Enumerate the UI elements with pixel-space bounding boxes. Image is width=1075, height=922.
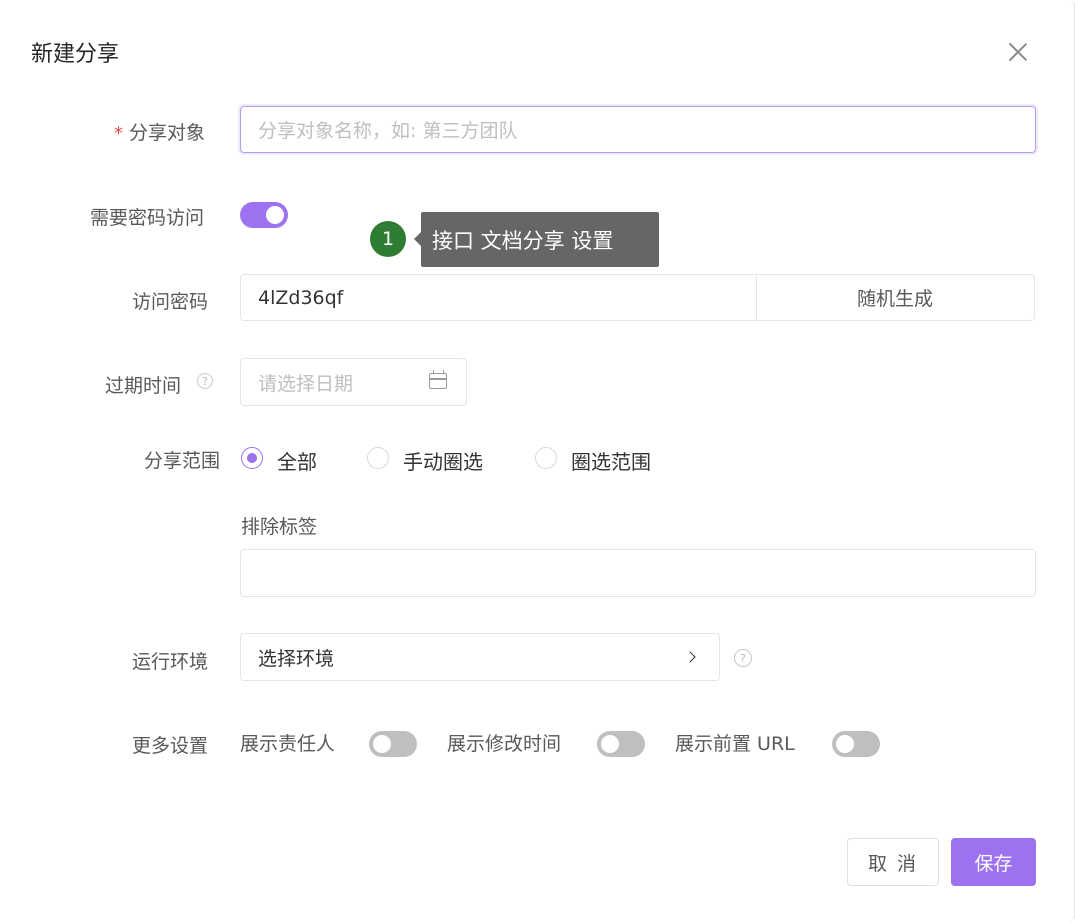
close-icon[interactable] [1004, 38, 1032, 66]
show-prefix-url-switch[interactable] [832, 731, 880, 757]
scope-radio-all-label[interactable]: 全部 [277, 446, 317, 475]
guide-tooltip: 接口 文档分享 设置 [414, 212, 659, 267]
calendar-icon [429, 370, 447, 389]
new-share-dialog: 新建分享 * 分享对象 分享对象名称，如: 第三方团队 需要密码访问 1 接口 文… [0, 0, 1075, 922]
exclude-tags-label: 排除标签 [241, 516, 318, 538]
scope-radio-manual-label[interactable]: 手动圈选 [403, 446, 483, 475]
required-mark: * [114, 123, 123, 144]
show-modified-time-switch[interactable] [597, 731, 645, 757]
scope-radio-all[interactable] [241, 447, 263, 469]
scope-radio-range-label[interactable]: 圈选范围 [571, 446, 651, 475]
dialog-title: 新建分享 [31, 42, 120, 67]
scope-radio-range[interactable] [535, 447, 557, 469]
show-prefix-url-label: 展示前置 URL [675, 733, 795, 755]
run-env-label: 运行环境 [132, 651, 209, 673]
expire-date-placeholder: 请选择日期 [258, 372, 354, 395]
run-env-help-icon[interactable]: ? [734, 649, 752, 667]
random-generate-button[interactable]: 随机生成 [756, 274, 1035, 321]
expire-time-label: 过期时间 [105, 375, 182, 397]
switch-knob [373, 735, 391, 753]
step-badge: 1 [370, 221, 406, 257]
guide-tooltip-text: 接口 文档分享 设置 [432, 228, 614, 253]
share-target-placeholder: 分享对象名称，如: 第三方团队 [258, 120, 518, 142]
switch-knob [836, 735, 854, 753]
expire-help-icon[interactable]: ? [197, 373, 213, 389]
show-owner-switch[interactable] [369, 731, 417, 757]
run-env-value: 选择环境 [258, 647, 335, 670]
scope-radio-manual[interactable] [367, 447, 389, 469]
exclude-tags-input[interactable] [240, 549, 1036, 597]
show-owner-label: 展示责任人 [240, 733, 336, 755]
save-button[interactable]: 保存 [951, 838, 1036, 886]
switch-knob [266, 206, 284, 224]
access-password-value: 4lZd36qf [258, 286, 344, 309]
access-password-label: 访问密码 [132, 291, 209, 313]
share-scope-label: 分享范围 [144, 450, 221, 472]
share-target-label: * 分享对象 [114, 118, 205, 145]
share-target-label-text: 分享对象 [129, 122, 206, 144]
switch-knob [601, 735, 619, 753]
need-password-label: 需要密码访问 [90, 207, 205, 229]
run-env-select[interactable]: 选择环境 [240, 633, 720, 681]
show-modified-time-label: 展示修改时间 [447, 733, 562, 755]
more-settings-label: 更多设置 [132, 735, 209, 757]
cancel-button[interactable]: 取 消 [847, 838, 939, 886]
access-password-input[interactable]: 4lZd36qf [240, 274, 757, 321]
share-target-input[interactable]: 分享对象名称，如: 第三方团队 [240, 106, 1036, 153]
need-password-switch[interactable] [240, 202, 288, 228]
